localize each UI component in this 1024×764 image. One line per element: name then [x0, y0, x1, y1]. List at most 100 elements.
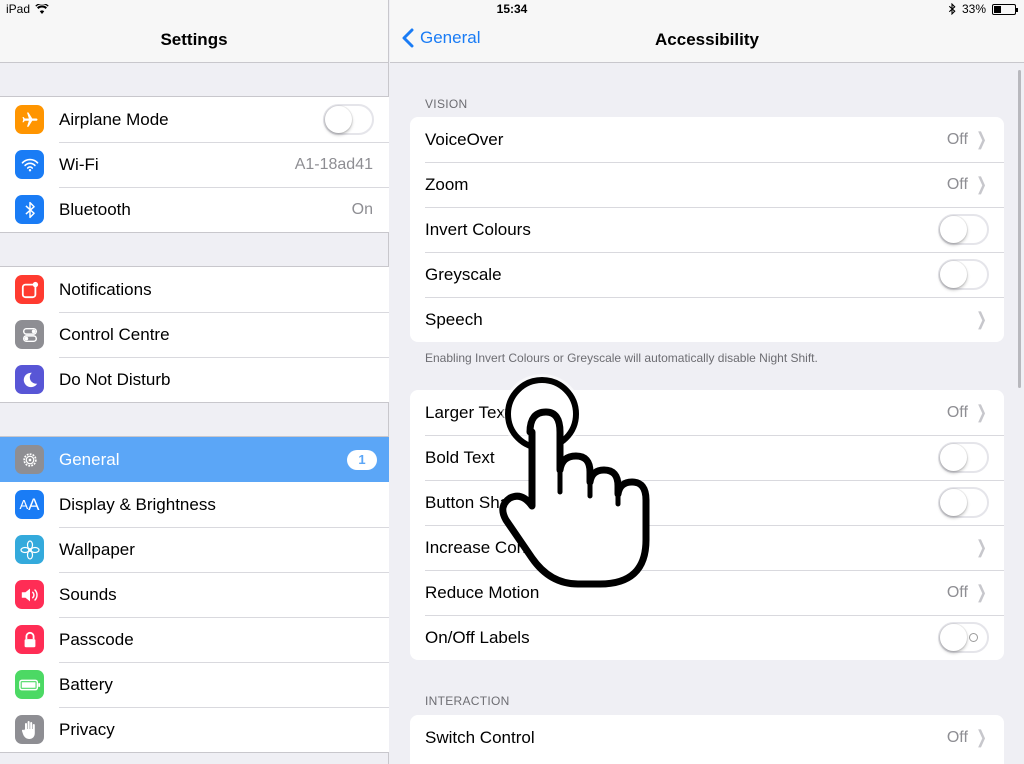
sidebar-item-label: Do Not Disturb	[59, 369, 171, 389]
page-title: Accessibility	[655, 30, 759, 49]
accessibility-pane: General Accessibility VISION VoiceOver O…	[390, 0, 1024, 764]
invert-colours-toggle[interactable]	[938, 214, 989, 245]
interaction-card: Switch Control Off ❯	[410, 715, 1004, 764]
row-label: Switch Control	[425, 727, 535, 747]
chevron-right-icon: ❯	[976, 402, 987, 422]
off-label-icon	[969, 633, 978, 642]
chevron-right-icon: ❯	[976, 174, 987, 194]
sidebar-item-do-not-disturb[interactable]: Do Not Disturb	[0, 357, 389, 402]
sidebar-item-wifi[interactable]: Wi-Fi A1-18ad41	[0, 142, 389, 187]
row-value: Off	[946, 583, 968, 601]
toggle-knob	[325, 106, 352, 133]
toggle-knob	[940, 624, 967, 651]
row-label: VoiceOver	[425, 129, 504, 149]
sidebar-item-label: Sounds	[59, 584, 117, 604]
status-bar: iPad 15:34 33%	[0, 0, 1024, 18]
control-centre-icon	[15, 320, 44, 349]
row-label: Speech	[425, 309, 483, 329]
sidebar-item-airplane-mode[interactable]: Airplane Mode	[0, 97, 389, 142]
notifications-icon	[15, 275, 44, 304]
gear-icon	[15, 445, 44, 474]
sidebar-item-general[interactable]: General 1	[0, 437, 389, 482]
sidebar-title: Settings	[160, 30, 228, 49]
chevron-right-icon: ❯	[976, 309, 987, 329]
sidebar-item-label: Wi-Fi	[59, 154, 99, 174]
toggle-knob	[940, 216, 967, 243]
row-label: Zoom	[425, 174, 469, 194]
sidebar-item-passcode[interactable]: Passcode	[0, 617, 389, 662]
interaction-section-header: INTERACTION	[425, 694, 510, 708]
voiceover-row[interactable]: VoiceOver Off ❯	[410, 117, 1004, 162]
row-value: Off	[946, 175, 968, 193]
speech-row[interactable]: Speech ❯	[410, 297, 1004, 342]
battery-icon	[15, 670, 44, 699]
sidebar-item-control-centre[interactable]: Control Centre	[0, 312, 389, 357]
greyscale-row: Greyscale	[410, 252, 1004, 297]
battery-status-icon	[992, 3, 1018, 15]
sidebar-item-label: Control Centre	[59, 324, 170, 344]
settings-sidebar: Settings Airplane Mode Wi-Fi A1-18ad41 B…	[0, 0, 389, 764]
battery-percent: 33%	[961, 2, 986, 16]
airplane-icon	[15, 105, 44, 134]
wifi-network-value: A1-18ad41	[294, 155, 373, 173]
speaker-icon	[15, 580, 44, 609]
chevron-right-icon: ❯	[976, 582, 987, 602]
moon-icon	[15, 365, 44, 394]
tap-gesture-hand-icon	[499, 374, 650, 588]
chevron-right-icon: ❯	[976, 537, 987, 557]
row-label: On/Off Labels	[425, 627, 530, 647]
vision-card: VoiceOver Off ❯ Zoom Off ❯ Invert Colour…	[410, 117, 1004, 342]
chevron-right-icon: ❯	[976, 129, 987, 149]
sidebar-item-label: Wallpaper	[59, 539, 135, 559]
update-badge: 1	[347, 449, 377, 470]
row-value: Off	[946, 728, 968, 746]
bluetooth-icon	[15, 195, 44, 224]
sidebar-group-connectivity: Airplane Mode Wi-Fi A1-18ad41 Bluetooth …	[0, 96, 389, 233]
zoom-row[interactable]: Zoom Off ❯	[410, 162, 1004, 207]
toggle-knob	[940, 489, 967, 516]
on-off-labels-toggle[interactable]	[938, 622, 989, 653]
toggle-knob	[940, 261, 967, 288]
row-value: Off	[946, 130, 968, 148]
row-value: Off	[946, 403, 968, 421]
scrollbar[interactable]	[1018, 70, 1021, 388]
hand-icon	[15, 715, 44, 744]
switch-control-row[interactable]: Switch Control Off ❯	[410, 715, 1004, 760]
button-shapes-toggle[interactable]	[938, 487, 989, 518]
sidebar-item-label: Bluetooth	[59, 199, 131, 219]
sidebar-item-label: General	[59, 449, 120, 469]
sidebar-item-privacy[interactable]: Privacy	[0, 707, 389, 752]
chevron-right-icon: ❯	[976, 727, 987, 747]
sidebar-item-label: Airplane Mode	[59, 109, 169, 129]
sidebar-item-notifications[interactable]: Notifications	[0, 267, 389, 312]
flower-icon	[15, 535, 44, 564]
lock-icon	[15, 625, 44, 654]
row-label: Invert Colours	[425, 219, 531, 239]
sidebar-item-label: Notifications	[59, 279, 152, 299]
sidebar-item-display-brightness[interactable]: AA Display & Brightness	[0, 482, 389, 527]
status-time: 15:34	[496, 2, 528, 16]
greyscale-toggle[interactable]	[938, 259, 989, 290]
airplane-mode-toggle[interactable]	[323, 104, 374, 135]
sidebar-item-label: Display & Brightness	[59, 494, 216, 514]
display-icon: AA	[15, 490, 44, 519]
wifi-icon	[15, 150, 44, 179]
sidebar-group-system: Notifications Control Centre Do Not Dist…	[0, 266, 389, 403]
vision-footnote: Enabling Invert Colours or Greyscale wil…	[425, 351, 818, 365]
sidebar-item-battery[interactable]: Battery	[0, 662, 389, 707]
invert-colours-row: Invert Colours	[410, 207, 1004, 252]
sidebar-item-label: Privacy	[59, 719, 115, 739]
sidebar-item-wallpaper[interactable]: Wallpaper	[0, 527, 389, 572]
bluetooth-value: On	[351, 200, 373, 218]
toggle-knob	[940, 444, 967, 471]
on-off-labels-row: On/Off Labels	[410, 615, 1004, 660]
sidebar-item-bluetooth[interactable]: Bluetooth On	[0, 187, 389, 232]
vision-section-header: VISION	[425, 97, 468, 111]
sidebar-item-sounds[interactable]: Sounds	[0, 572, 389, 617]
sidebar-item-label: Passcode	[59, 629, 134, 649]
sidebar-group-general: General 1 AA Display & Brightness Wallpa…	[0, 436, 389, 753]
bluetooth-status-icon	[948, 3, 956, 15]
bold-text-toggle[interactable]	[938, 442, 989, 473]
row-label: Greyscale	[425, 264, 502, 284]
battery-fill	[994, 5, 1001, 13]
